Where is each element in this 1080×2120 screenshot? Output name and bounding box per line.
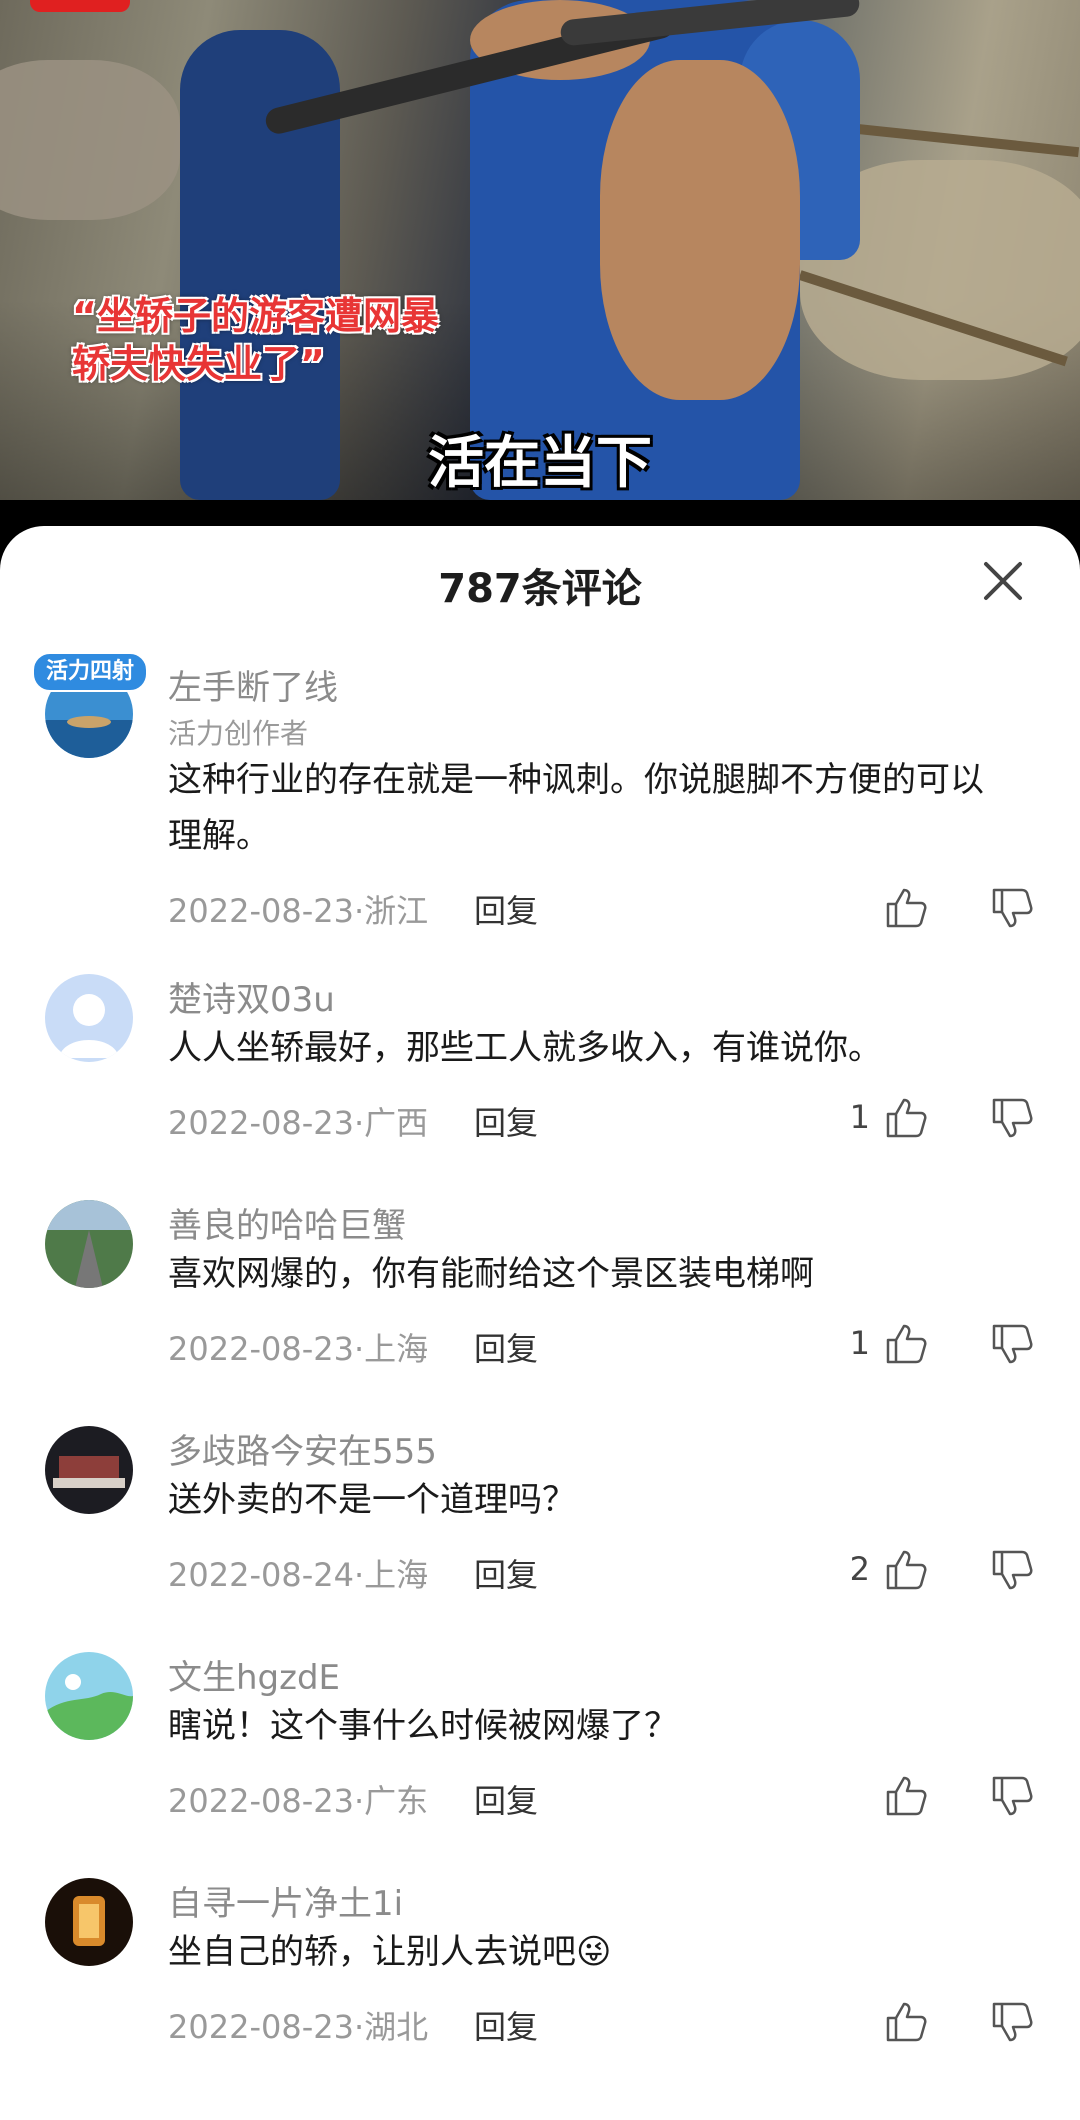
reply-button[interactable]: 回复 xyxy=(474,886,538,932)
comment-username[interactable]: 左手断了线 xyxy=(168,660,338,709)
comment-list: 活力四射 左手断了线 活力创作者 这种行业的存在就是一种讽刺。你说腿脚不方便的可… xyxy=(0,646,1080,2078)
thumbs-down-icon[interactable] xyxy=(990,1548,1034,1592)
comment-username[interactable]: 楚诗双03u xyxy=(168,972,335,1021)
video-caption-line1: “坐轿子的游客遭网暴 xyxy=(72,294,439,338)
comment-text-line: 人人坐轿最好，那些工人就多收入，有谁说你。 xyxy=(168,1028,882,1068)
comment-text: 坐自己的轿，让别人去说吧😜 xyxy=(168,1924,1048,1980)
comment-count-title: 787条评论 xyxy=(438,566,642,612)
comment-username[interactable]: 自寻一片净土1i xyxy=(168,1876,403,1925)
thumbs-up-icon[interactable] xyxy=(884,1096,928,1140)
comment-username[interactable]: 善良的哈哈巨蟹 xyxy=(168,1198,406,1247)
emoji-face-icon: 😜 xyxy=(576,1932,612,1972)
avatar-badge-label: 活力四射 xyxy=(45,659,134,684)
thumbs-up-icon[interactable] xyxy=(884,1774,928,1818)
comment-meta: 2022-08-23·浙江 xyxy=(168,892,429,930)
comment-item: 多歧路今安在555 送外卖的不是一个道理吗？ 2022-08-24·上海 回复 … xyxy=(0,1426,1080,1652)
thumbs-up-icon[interactable] xyxy=(884,2000,928,2044)
comment-item: 自寻一片净土1i 坐自己的轿，让别人去说吧😜 2022-08-23·湖北 回复 xyxy=(0,1878,1080,2078)
reply-button[interactable]: 回复 xyxy=(474,1776,538,1822)
comment-meta: 2022-08-23·广西 xyxy=(168,1104,429,1142)
comment-meta: 2022-08-24·上海 xyxy=(168,1556,429,1594)
comment-text-line: 送外卖的不是一个道理吗？ xyxy=(168,1480,576,1520)
avatar[interactable] xyxy=(45,974,133,1062)
scene-arm xyxy=(600,60,800,400)
reply-button[interactable]: 回复 xyxy=(474,1324,538,1370)
scene-rock xyxy=(0,60,180,220)
like-count: 1 xyxy=(849,1098,870,1136)
avatar[interactable] xyxy=(45,1878,133,1966)
close-icon[interactable] xyxy=(978,556,1028,606)
comment-sheet: 787条评论 活力四射 左手断了线 活力创作者 这种行业的存在就是一种讽刺。你说… xyxy=(0,526,1080,2120)
reply-button[interactable]: 回复 xyxy=(474,1098,538,1144)
thumbs-down-icon[interactable] xyxy=(990,1774,1034,1818)
avatar[interactable] xyxy=(45,1652,133,1740)
video-caption-line2: 轿夫快失业了” xyxy=(72,342,325,386)
comment-text: 人人坐轿最好，那些工人就多收入，有谁说你。 xyxy=(168,1020,1048,1076)
comment-item: 善良的哈哈巨蟹 喜欢网爆的，你有能耐给这个景区装电梯啊 2022-08-23·上… xyxy=(0,1200,1080,1426)
comment-text-line: 喜欢网爆的，你有能耐给这个景区装电梯啊 xyxy=(168,1254,814,1294)
comment-text: 瞎说！这个事什么时候被网爆了？ xyxy=(168,1698,1048,1754)
reply-button[interactable]: 回复 xyxy=(474,2002,538,2048)
thumbs-down-icon[interactable] xyxy=(990,886,1034,930)
thumbs-up-icon[interactable] xyxy=(884,1322,928,1366)
comment-text: 这种行业的存在就是一种讽刺。你说腿脚不方便的可以 理解。 xyxy=(168,752,1048,864)
comment-text: 送外卖的不是一个道理吗？ xyxy=(168,1472,1048,1528)
comment-username[interactable]: 多歧路今安在555 xyxy=(168,1424,437,1473)
avatar[interactable] xyxy=(45,1200,133,1288)
like-count: 2 xyxy=(849,1550,870,1588)
comment-meta: 2022-08-23·广东 xyxy=(168,1782,429,1820)
thumbs-down-icon[interactable] xyxy=(990,2000,1034,2044)
thumbs-down-icon[interactable] xyxy=(990,1322,1034,1366)
video-caption: “坐轿子的游客遭网暴 轿夫快失业了” xyxy=(72,292,439,388)
comment-meta: 2022-08-23·湖北 xyxy=(168,2008,429,2046)
comment-text-line: 理解。 xyxy=(168,816,270,856)
creator-label: 活力创作者 xyxy=(168,717,309,750)
video-top-badge xyxy=(30,0,130,12)
thumbs-up-icon[interactable] xyxy=(884,1548,928,1592)
comment-item: 文生hgzdE 瞎说！这个事什么时候被网爆了？ 2022-08-23·广东 回复 xyxy=(0,1652,1080,1878)
reply-button[interactable]: 回复 xyxy=(474,1550,538,1596)
like-count: 1 xyxy=(849,1324,870,1362)
video-player[interactable]: “坐轿子的游客遭网暴 轿夫快失业了” 活在当下 xyxy=(0,0,1080,500)
comment-text-line: 坐自己的轿，让别人去说吧 xyxy=(168,1932,576,1972)
video-subtitle: 活在当下 xyxy=(428,431,652,496)
comment-item: 楚诗双03u 人人坐轿最好，那些工人就多收入，有谁说你。 2022-08-23·… xyxy=(0,974,1080,1200)
comment-item: 活力四射 左手断了线 活力创作者 这种行业的存在就是一种讽刺。你说腿脚不方便的可… xyxy=(0,646,1080,930)
thumbs-up-icon[interactable] xyxy=(884,886,928,930)
comment-text-line: 这种行业的存在就是一种讽刺。你说腿脚不方便的可以 xyxy=(168,760,984,800)
comment-text-line: 瞎说！这个事什么时候被网爆了？ xyxy=(168,1706,678,1746)
avatar-badge: 活力四射 xyxy=(32,652,148,692)
comment-text: 喜欢网爆的，你有能耐给这个景区装电梯啊 xyxy=(168,1246,1048,1302)
avatar[interactable] xyxy=(45,1426,133,1514)
thumbs-down-icon[interactable] xyxy=(990,1096,1034,1140)
comment-username[interactable]: 文生hgzdE xyxy=(168,1650,340,1699)
comment-meta: 2022-08-23·上海 xyxy=(168,1330,429,1368)
